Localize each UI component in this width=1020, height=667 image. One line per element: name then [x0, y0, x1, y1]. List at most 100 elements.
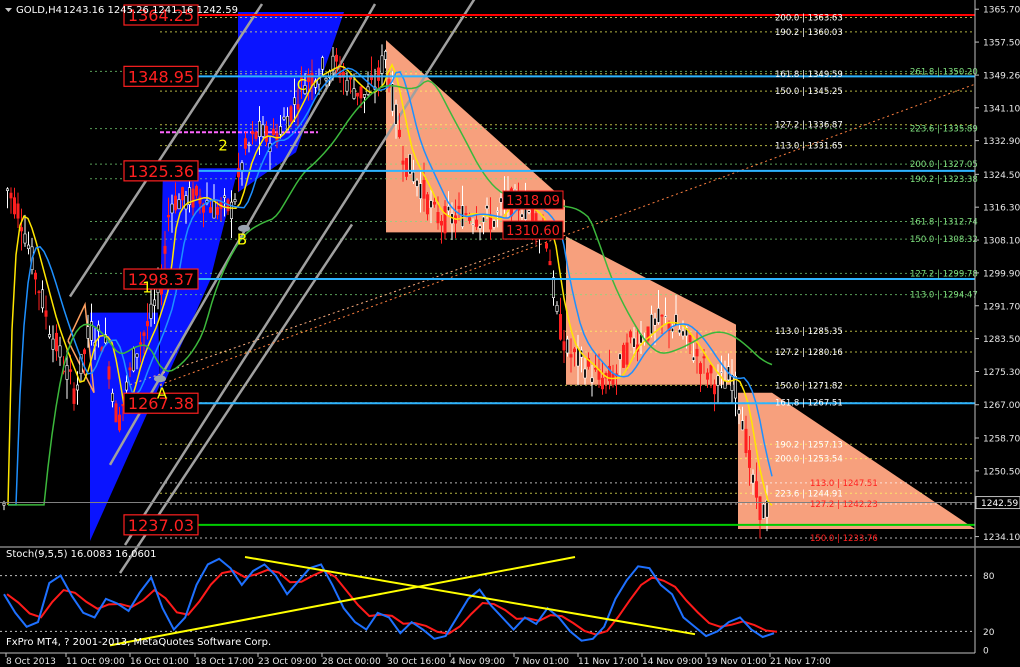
- candle-body: [320, 57, 324, 70]
- collapse-arrow-icon[interactable]: [5, 8, 12, 12]
- candle-body: [709, 365, 713, 374]
- candle-body: [436, 212, 440, 224]
- fib-level-label: 127.2 | 1280.16: [775, 348, 843, 358]
- candle-body: [390, 83, 394, 112]
- fib-level-label: 190.2 | 1323.38: [910, 175, 978, 185]
- candle-body: [499, 197, 503, 203]
- candle-body: [111, 392, 115, 402]
- time-tick-label: 7 Nov 01:00: [514, 657, 569, 667]
- candle-body: [26, 244, 30, 250]
- time-tick-label: 19 Nov 01:00: [706, 657, 767, 667]
- candle-body: [271, 128, 275, 136]
- wave-label: A: [157, 385, 168, 403]
- candle-body: [359, 86, 363, 99]
- candle-body: [492, 220, 496, 228]
- gold-h4-chart[interactable]: 200.0 | 1363.63 190.2 | 1360.03 161.8 | 13…: [0, 0, 1020, 667]
- candle-body: [9, 192, 13, 199]
- candle-body: [478, 225, 482, 229]
- stoch-trend-line-down: [244, 556, 696, 636]
- wave-label: B: [237, 230, 247, 248]
- fib-level-label: 200.0 | 1363.63: [775, 14, 843, 24]
- candle-body: [114, 403, 118, 423]
- candle-body: [495, 210, 499, 213]
- candle-body: [555, 305, 559, 312]
- candle-body: [712, 384, 716, 395]
- candle-body: [264, 125, 268, 142]
- candle-body: [261, 124, 265, 137]
- candle-body: [716, 375, 720, 386]
- candle-body: [698, 363, 702, 374]
- fib-level-label: 200.0 | 1327.05: [910, 160, 978, 170]
- candle-body: [118, 414, 122, 431]
- level-box-label: 1325.36: [128, 162, 194, 181]
- wave-label: C: [297, 76, 307, 94]
- fib-level-label: 150.0 | 1345.25: [775, 87, 843, 97]
- candle-body: [125, 381, 129, 391]
- candle-body: [751, 474, 755, 484]
- time-tick-label: 28 Oct 00:00: [322, 657, 381, 667]
- current-price-label: 1242.59: [981, 499, 1018, 509]
- price-axis[interactable]: 1365.70 1357.50 1349.26 1341.10 1332.90 1324.…: [974, 0, 1020, 653]
- candle-body: [404, 158, 408, 177]
- candle-body: [212, 200, 216, 219]
- fib-level-label: 113.0 | 1247.51: [810, 479, 878, 489]
- candle-body: [618, 353, 622, 360]
- candle-body: [292, 97, 296, 105]
- fib-level-label: 113.0 | 1294.47: [910, 291, 978, 301]
- time-tick-label: 18 Oct 17:00: [195, 657, 254, 667]
- fib-level-label: 161.8 | 1312.74: [910, 217, 978, 227]
- price-tick-label: 1299.90: [983, 269, 1020, 279]
- price-tick-label: 1349.26: [983, 72, 1020, 82]
- candle-body: [677, 329, 681, 334]
- candle-body: [223, 195, 227, 198]
- candle-body: [44, 310, 48, 317]
- time-tick-label: 30 Oct 16:00: [387, 657, 446, 667]
- time-axis[interactable]: 8 Oct 2013 11 Oct 09:00 16 Oct 01:00 18 Oct…: [0, 652, 975, 667]
- candle-body: [674, 314, 678, 326]
- candle-body: [425, 194, 429, 215]
- fib-level-label: 150.0 | 1271.82: [775, 381, 843, 391]
- price-tick-label: 1332.90: [983, 137, 1020, 147]
- price-tick-label: 1250.50: [983, 467, 1020, 477]
- candle-body: [432, 201, 436, 205]
- candle-body: [69, 369, 73, 372]
- candle-body: [65, 365, 69, 380]
- candle-body: [237, 168, 241, 178]
- candle-body: [282, 116, 286, 120]
- candle-body: [422, 179, 426, 199]
- candle-body: [397, 129, 401, 138]
- candle-body: [139, 342, 143, 345]
- candle-body: [446, 206, 450, 212]
- candle-body: [324, 78, 328, 81]
- candle-body: [209, 207, 213, 213]
- time-tick-label: 14 Nov 09:00: [642, 657, 703, 667]
- stoch-level-label: 20: [983, 628, 995, 638]
- wave-label: 1: [142, 279, 152, 297]
- fib-level-label: 161.8 | 1267.51: [775, 399, 843, 409]
- candle-body: [128, 367, 132, 371]
- symbol-label: GOLD,H4: [16, 5, 62, 16]
- fib-level-label: 200.0 | 1253.54: [775, 455, 843, 465]
- candle-body: [86, 326, 90, 339]
- price-tick-label: 1291.70: [983, 302, 1020, 312]
- price-tick-label: 1275.30: [983, 368, 1020, 378]
- time-tick-label: 21 Nov 17:00: [770, 657, 831, 667]
- candle-body: [418, 183, 422, 199]
- candle-body: [551, 277, 555, 298]
- candle-body: [383, 51, 387, 60]
- candle-body: [352, 88, 356, 99]
- candle-body: [72, 388, 76, 404]
- candle-body: [656, 308, 660, 323]
- candle-body: [625, 342, 629, 365]
- candle-body: [257, 120, 261, 137]
- candle-body: [583, 368, 587, 379]
- fib-level-label: 150.0 | 1233.76: [810, 534, 878, 544]
- candle-body: [481, 216, 485, 223]
- candle-body: [167, 215, 171, 218]
- candle-body: [464, 213, 468, 215]
- candle-body: [198, 196, 202, 204]
- candle-body: [660, 314, 664, 317]
- price-tick-label: 1308.10: [983, 237, 1020, 247]
- candle-body: [520, 213, 524, 218]
- price-tick-label: 1365.70: [983, 6, 1020, 16]
